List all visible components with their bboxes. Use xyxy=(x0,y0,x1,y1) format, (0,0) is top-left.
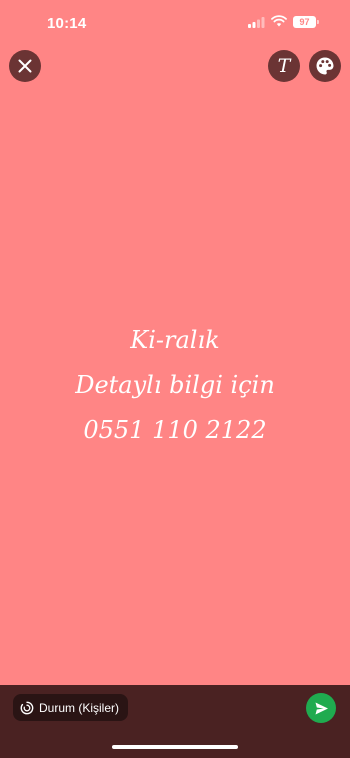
status-audience-button[interactable]: Durum (Kişiler) xyxy=(13,694,129,721)
send-button[interactable] xyxy=(306,693,336,723)
status-audience-label: Durum (Kişiler) xyxy=(39,700,120,715)
status-time: 10:14 xyxy=(47,15,87,32)
status-text-line: Ki-ralık xyxy=(130,326,220,354)
status-bar: 10:14 97 xyxy=(0,0,350,44)
status-ring-icon xyxy=(20,701,34,714)
text-style-button[interactable]: T xyxy=(268,50,300,82)
background-color-button[interactable] xyxy=(309,50,341,82)
close-button[interactable] xyxy=(9,50,41,82)
wifi-icon xyxy=(271,15,287,27)
battery-indicator: 97 xyxy=(293,16,316,28)
status-text-canvas[interactable]: Ki-ralık Detaylı bilgi için 0551 110 212… xyxy=(40,318,310,453)
text-style-icon: T xyxy=(277,54,291,77)
cellular-signal-icon xyxy=(248,17,265,28)
send-icon xyxy=(315,702,328,714)
close-icon xyxy=(18,59,32,73)
palette-icon xyxy=(316,57,334,75)
status-text-line: 0551 110 2122 xyxy=(83,416,267,444)
battery-tip xyxy=(317,20,319,24)
status-text-line: Detaylı bilgi için xyxy=(75,371,275,399)
home-indicator[interactable] xyxy=(112,745,238,749)
